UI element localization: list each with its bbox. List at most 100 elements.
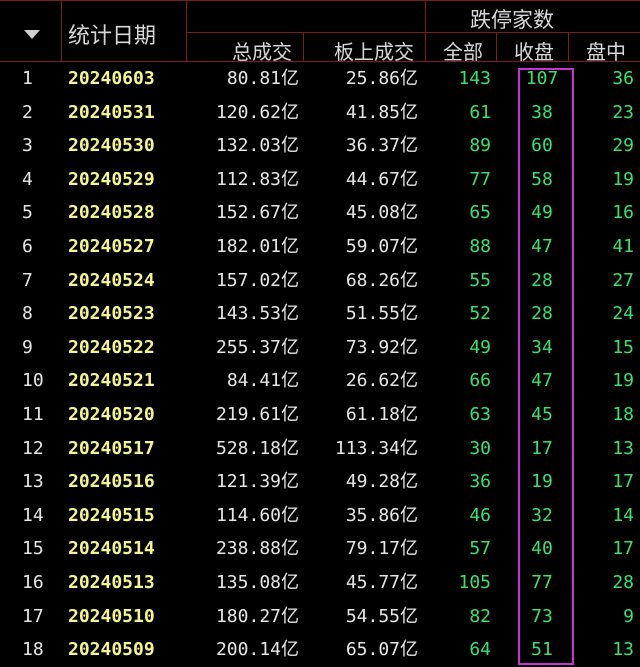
unit-label: 亿 <box>281 135 299 157</box>
col-divider <box>496 32 497 62</box>
row-date-value: 20240528 <box>68 202 155 224</box>
table-row[interactable]: 5 20240528 152.67亿 45.08亿 65 49 16 <box>0 196 640 230</box>
row-limit-down-intraday-value: 24 <box>612 303 634 325</box>
row-limit-down-close-value: 17 <box>531 437 553 459</box>
unit-label: 亿 <box>281 269 299 291</box>
row-index: 17 <box>22 600 62 634</box>
row-index-value: 11 <box>22 404 44 425</box>
unit-label: 亿 <box>400 269 418 291</box>
row-date: 20240509 <box>68 633 168 667</box>
table-row[interactable]: 8 20240523 143.53亿 51.55亿 52 28 24 <box>0 297 640 331</box>
row-limit-down-all: 46 <box>425 499 491 533</box>
table-row[interactable]: 7 20240524 157.02亿 68.26亿 55 28 27 <box>0 264 640 298</box>
row-limit-down-close-value: 107 <box>525 68 559 89</box>
row-index: 6 <box>22 230 62 264</box>
row-total-turnover: 255.37亿 <box>175 331 299 365</box>
row-total-turnover: 152.67亿 <box>175 196 299 230</box>
table-row[interactable]: 18 20240509 200.14亿 65.07亿 64 51 13 <box>0 633 640 667</box>
row-board-turnover: 44.67亿 <box>302 163 418 197</box>
row-index-value: 5 <box>22 202 33 224</box>
row-index-value: 8 <box>22 303 33 325</box>
row-total-turnover-value: 84.41 <box>226 370 281 392</box>
row-limit-down-close: 32 <box>520 499 564 533</box>
row-limit-down-all: 36 <box>425 465 491 499</box>
table-row[interactable]: 2 20240531 120.62亿 41.85亿 61 38 23 <box>0 96 640 130</box>
row-index: 16 <box>22 566 62 600</box>
table-row[interactable]: 4 20240529 112.83亿 44.67亿 77 58 19 <box>0 163 640 197</box>
row-limit-down-close-value: 51 <box>531 639 553 661</box>
table-row[interactable]: 17 20240510 180.27亿 54.55亿 82 73 9 <box>0 600 640 634</box>
row-limit-down-intraday: 24 <box>574 297 634 331</box>
row-total-turnover: 238.88亿 <box>175 532 299 566</box>
table-row[interactable]: 9 20240522 255.37亿 73.92亿 49 34 15 <box>0 331 640 365</box>
row-date: 20240520 <box>68 398 168 432</box>
row-limit-down-close: 45 <box>520 398 564 432</box>
row-limit-down-all-value: 88 <box>469 236 491 257</box>
row-index-value: 2 <box>22 101 33 123</box>
row-board-turnover-value: 61.18 <box>345 404 400 425</box>
table-header: 统计日期 跌停家数 总成交 板上成交 全部 收盘 盘中 <box>0 0 640 65</box>
row-limit-down-close: 47 <box>520 364 564 398</box>
row-limit-down-intraday-value: 19 <box>612 370 634 392</box>
unit-label: 亿 <box>281 538 299 560</box>
row-date: 20240603 <box>68 62 168 96</box>
unit-label: 亿 <box>281 437 299 459</box>
row-board-turnover-value: 54.55 <box>345 605 400 627</box>
row-limit-down-all: 77 <box>425 163 491 197</box>
row-total-turnover: 135.08亿 <box>175 566 299 600</box>
row-limit-down-intraday-value: 16 <box>612 202 634 224</box>
row-limit-down-intraday-value: 15 <box>612 336 634 358</box>
row-date: 20240528 <box>68 196 168 230</box>
row-limit-down-all: 105 <box>425 566 491 600</box>
unit-label: 亿 <box>400 538 418 560</box>
unit-label: 亿 <box>400 572 418 593</box>
row-date-value: 20240603 <box>68 68 155 89</box>
header-date[interactable]: 统计日期 <box>68 18 156 50</box>
row-limit-down-intraday-value: 29 <box>612 135 634 157</box>
row-date-value: 20240529 <box>68 168 155 190</box>
row-index: 11 <box>22 398 62 432</box>
row-index-value: 16 <box>22 572 44 593</box>
row-total-turnover-value: 238.88 <box>215 538 281 560</box>
table-row[interactable]: 10 20240521 84.41亿 26.62亿 66 47 19 <box>0 364 640 398</box>
table-row[interactable]: 14 20240515 114.60亿 35.86亿 46 32 14 <box>0 499 640 533</box>
row-limit-down-intraday: 13 <box>574 432 634 466</box>
header-close[interactable]: 收盘 <box>514 36 554 65</box>
row-limit-down-close-value: 19 <box>531 471 553 493</box>
header-total-turnover[interactable]: 总成交 <box>232 36 292 65</box>
row-limit-down-intraday: 17 <box>574 465 634 499</box>
table-row[interactable]: 16 20240513 135.08亿 45.77亿 105 77 28 <box>0 566 640 600</box>
row-total-turnover-value: 114.60 <box>215 504 281 526</box>
row-limit-down-all: 52 <box>425 297 491 331</box>
row-limit-down-intraday-value: 27 <box>612 269 634 291</box>
row-board-turnover: 73.92亿 <box>302 331 418 365</box>
row-index-value: 10 <box>22 370 44 392</box>
row-limit-down-intraday: 16 <box>574 196 634 230</box>
header-board-turnover[interactable]: 板上成交 <box>334 36 414 65</box>
unit-label: 亿 <box>400 471 418 493</box>
row-date: 20240514 <box>68 532 168 566</box>
col-divider <box>568 32 569 62</box>
header-intraday[interactable]: 盘中 <box>586 36 640 65</box>
row-limit-down-close: 49 <box>520 196 564 230</box>
sort-dropdown-icon[interactable] <box>24 30 40 39</box>
row-limit-down-intraday: 28 <box>574 566 634 600</box>
unit-label: 亿 <box>400 68 418 89</box>
row-limit-down-all: 55 <box>425 264 491 298</box>
unit-label: 亿 <box>400 437 418 459</box>
table-row[interactable]: 11 20240520 219.61亿 61.18亿 63 45 18 <box>0 398 640 432</box>
table-row[interactable]: 13 20240516 121.39亿 49.28亿 36 19 17 <box>0 465 640 499</box>
table-row[interactable]: 15 20240514 238.88亿 79.17亿 57 40 17 <box>0 532 640 566</box>
unit-label: 亿 <box>281 68 299 89</box>
table-row[interactable]: 6 20240527 182.01亿 59.07亿 88 47 41 <box>0 230 640 264</box>
row-date-value: 20240516 <box>68 471 155 493</box>
row-limit-down-close-value: 77 <box>531 572 553 593</box>
row-limit-down-close: 58 <box>520 163 564 197</box>
table-row[interactable]: 3 20240530 132.03亿 36.37亿 89 60 29 <box>0 129 640 163</box>
unit-label: 亿 <box>281 303 299 325</box>
row-board-turnover: 79.17亿 <box>302 532 418 566</box>
row-board-turnover-value: 59.07 <box>345 236 400 257</box>
table-row[interactable]: 1 20240603 80.81亿 25.86亿 143 107 36 <box>0 62 640 96</box>
header-all[interactable]: 全部 <box>443 36 483 65</box>
table-row[interactable]: 12 20240517 528.18亿 113.34亿 30 17 13 <box>0 432 640 466</box>
